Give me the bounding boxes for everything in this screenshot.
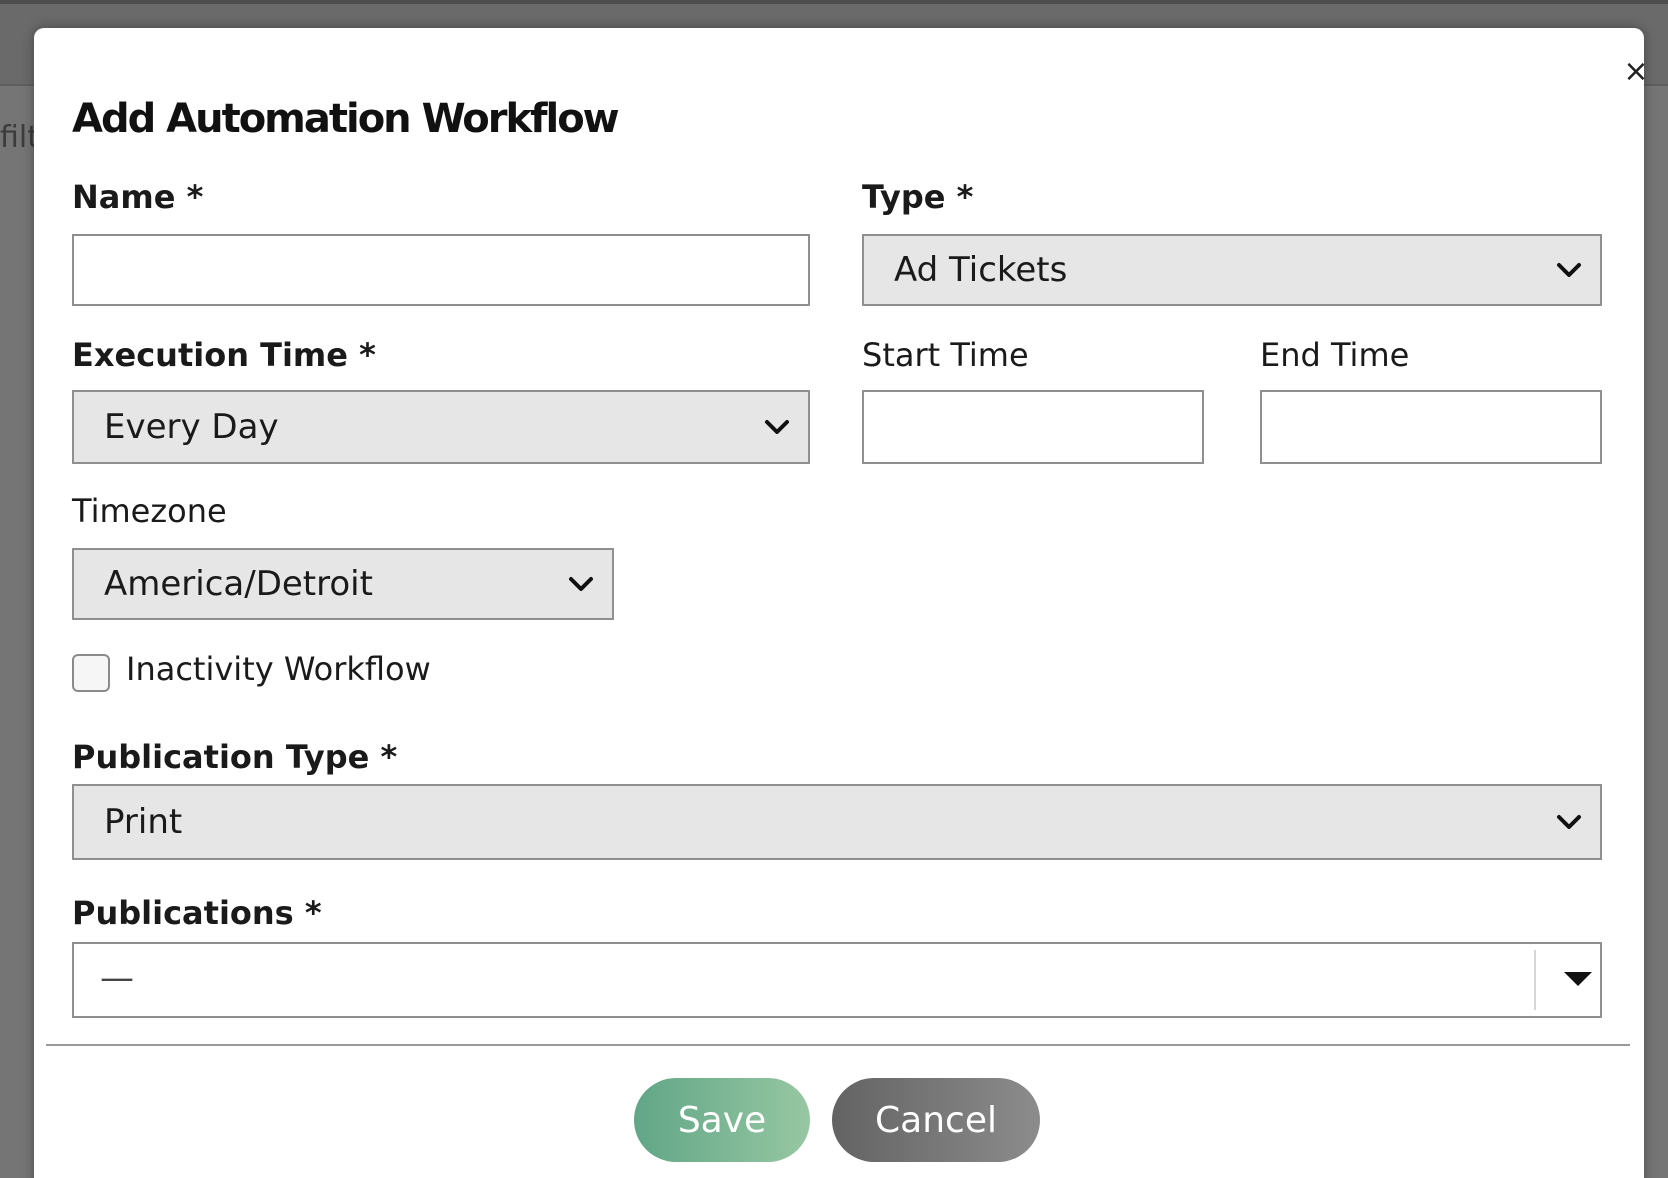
end-time-input[interactable] bbox=[1260, 390, 1602, 464]
type-select-value: Ad Tickets bbox=[894, 250, 1068, 290]
chevron-down-icon bbox=[569, 577, 593, 591]
publication-type-select[interactable]: Print bbox=[72, 784, 1602, 860]
publication-type-label: Publication Type * bbox=[72, 738, 398, 776]
name-label: Name * bbox=[72, 178, 204, 216]
execution-time-label: Execution Time * bbox=[72, 336, 376, 374]
timezone-select-value: America/Detroit bbox=[104, 564, 373, 604]
start-time-input[interactable] bbox=[862, 390, 1204, 464]
caret-down-icon[interactable] bbox=[1564, 972, 1592, 986]
chevron-down-icon bbox=[1557, 815, 1581, 829]
inactivity-workflow-label[interactable]: Inactivity Workflow bbox=[126, 650, 431, 688]
start-time-label: Start Time bbox=[862, 336, 1029, 374]
cancel-button[interactable]: Cancel bbox=[832, 1078, 1040, 1162]
timezone-label: Timezone bbox=[72, 492, 227, 530]
multiselect-divider bbox=[1534, 950, 1536, 1010]
dialog-title: Add Automation Workflow bbox=[72, 96, 620, 142]
inactivity-workflow-checkbox[interactable] bbox=[72, 654, 110, 692]
footer-divider bbox=[46, 1044, 1630, 1046]
execution-time-select-value: Every Day bbox=[104, 407, 279, 447]
chevron-down-icon bbox=[1557, 263, 1581, 277]
end-time-label: End Time bbox=[1260, 336, 1410, 374]
close-icon[interactable]: × bbox=[1608, 44, 1664, 100]
type-label: Type * bbox=[862, 178, 974, 216]
chevron-down-icon bbox=[765, 420, 789, 434]
publications-multiselect[interactable]: — bbox=[72, 942, 1602, 1018]
save-button[interactable]: Save bbox=[634, 1078, 810, 1162]
type-select[interactable]: Ad Tickets bbox=[862, 234, 1602, 306]
publication-type-select-value: Print bbox=[104, 802, 183, 842]
publications-label: Publications * bbox=[72, 894, 322, 932]
name-input[interactable] bbox=[72, 234, 810, 306]
execution-time-select[interactable]: Every Day bbox=[72, 390, 810, 464]
add-automation-workflow-dialog: × Add Automation Workflow Name * Type * … bbox=[34, 28, 1649, 1178]
timezone-select[interactable]: America/Detroit bbox=[72, 548, 614, 620]
publications-multiselect-value: — bbox=[100, 958, 134, 998]
